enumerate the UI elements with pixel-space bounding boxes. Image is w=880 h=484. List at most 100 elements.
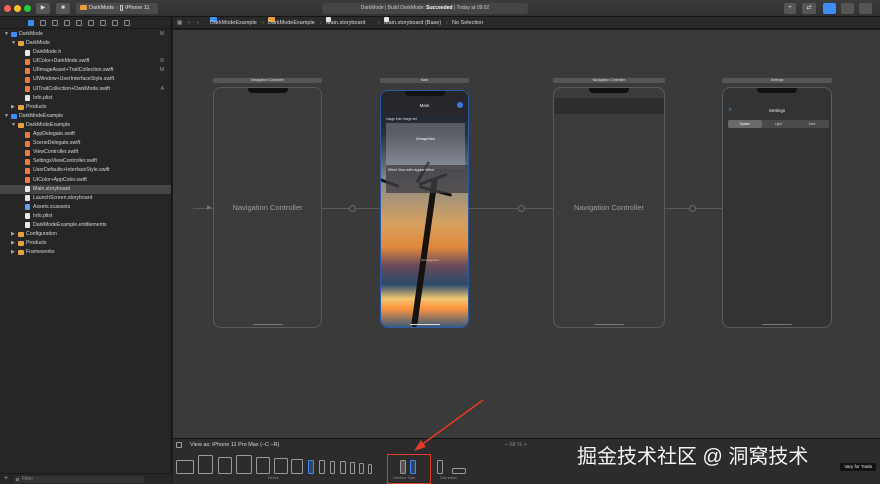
main-view-controller-scene[interactable]: Main Image from image set UIImageView Ef… [380,90,469,328]
storyboard-canvas[interactable]: Navigation Controller Main Navigation Co… [173,30,880,438]
navigator-toggle-button[interactable] [823,3,836,14]
file-tree-row[interactable]: SettingsViewController.swift [0,157,171,166]
related-items-icon[interactable]: ▦ [177,17,182,29]
image-view-label[interactable]: Image from image set [386,117,417,121]
file-tree-row[interactable]: UITraitCollection+DarkMode.swift A [0,85,171,94]
back-icon[interactable]: ‹ [188,17,190,29]
file-tree-row[interactable]: AppDelegate.swift [0,130,171,139]
inspector-toggle-button[interactable] [859,3,872,14]
disclosure-expanded-icon[interactable]: ▼ [11,121,16,130]
issue-navigator-tab-icon[interactable] [76,20,82,26]
navigation-controller-scene-2[interactable]: Navigation Controller [553,87,665,328]
device-ipad-air-icon[interactable] [236,455,252,474]
visual-effect-view[interactable]: Effect View with regular effect [386,165,468,193]
minimize-window-button[interactable] [14,5,21,12]
project-navigator-tab-icon[interactable] [28,20,34,26]
disclosure-expanded-icon[interactable]: ▼ [4,30,9,39]
scene-title-nav-1[interactable]: Navigation Controller [213,78,322,83]
file-tree-row[interactable]: UIWindow+UserInterfaceStyle.swift [0,75,171,84]
segment-system[interactable]: System [728,120,762,128]
file-tree-row[interactable]: ▶ Products [0,239,171,248]
breakpoint-navigator-tab-icon[interactable] [112,20,118,26]
zoom-window-button[interactable] [24,5,31,12]
image-view[interactable]: UIImageView [386,123,465,169]
device-ipad-mini-icon[interactable] [256,457,270,474]
segment-light[interactable]: Light [762,120,796,128]
device-ipad-9-icon[interactable] [274,458,288,474]
file-tree-row[interactable]: UserDefaults+InterfaceStyle.swift [0,166,171,175]
segue-line-2[interactable] [469,208,553,209]
disclosure-collapsed-icon[interactable]: ▶ [11,103,15,112]
bottom-image-view-label[interactable]: UIImageView [421,258,439,262]
file-tree-row[interactable]: UIColor+DarkMode.swift R [0,57,171,66]
file-tree-row[interactable]: ▼ DarkMode [0,39,171,48]
settings-bar-button-icon[interactable] [457,102,463,108]
scene-title-main[interactable]: Main [380,78,469,83]
file-tree-row[interactable]: ▼ DarkMode M [0,30,171,39]
navigation-controller-scene-1[interactable]: Navigation Controller [213,87,322,328]
source-control-tab-icon[interactable] [40,20,46,26]
device-ipad-pro-12-icon[interactable] [176,460,194,474]
segue-present-icon[interactable] [518,205,525,212]
disclosure-expanded-icon[interactable]: ▼ [11,39,16,48]
filter-input[interactable]: Filter [14,476,144,483]
disclosure-collapsed-icon[interactable]: ▶ [11,239,15,248]
debug-navigator-tab-icon[interactable] [100,20,106,26]
file-tree-row[interactable]: ▶ Configuration [0,230,171,239]
test-navigator-tab-icon[interactable] [88,20,94,26]
device-notch [589,88,629,93]
file-tree-row[interactable]: UIImageAsset+TraitCollection.swift M [0,66,171,75]
orientation-portrait-icon[interactable] [437,460,443,474]
file-tree-row[interactable]: ▶ Frameworks [0,248,171,257]
file-tree-row[interactable]: DarkMode.h [0,48,171,57]
file-tree-row[interactable]: ▶ Products [0,103,171,112]
scheme-selector[interactable]: DarkMode › iPhone 11 [76,3,158,14]
device-iphone-11-pro-max-icon[interactable] [308,460,314,474]
report-navigator-tab-icon[interactable] [124,20,130,26]
orientation-landscape-icon[interactable] [452,468,466,474]
find-navigator-tab-icon[interactable] [64,20,70,26]
add-file-icon[interactable]: + [4,475,8,482]
device-ipad-compact-icon[interactable] [291,459,303,474]
file-tree-row[interactable]: DarkModeExample.entitlements [0,221,171,230]
run-button[interactable]: ▶ [36,3,50,14]
file-tree-row[interactable]: Info.plist [0,94,171,103]
file-tree-row[interactable]: Main.storyboard [0,184,171,194]
device-ipad-icon[interactable] [218,457,232,474]
device-iphone-4s-icon[interactable] [368,464,372,474]
interface-style-segmented-control[interactable]: System Light Dark [728,120,829,128]
disclosure-expanded-icon[interactable]: ▼ [4,112,9,121]
file-tree-row[interactable]: Info.plist [0,212,171,221]
file-tree-row[interactable]: Assets.xcassets [0,203,171,212]
scene-title-nav-2[interactable]: Navigation Controller [553,78,665,83]
library-button[interactable]: + [784,3,796,14]
device-iphone-se-icon[interactable] [359,463,364,474]
close-window-button[interactable] [4,5,11,12]
device-iphone-11-pro-icon[interactable] [330,461,335,474]
segment-dark[interactable]: Dark [795,120,829,128]
document-outline-toggle-icon[interactable] [176,442,182,448]
file-tree-row[interactable]: SceneDelegate.swift [0,139,171,148]
file-tree-row[interactable]: LaunchScreen.storyboard [0,194,171,203]
code-review-button[interactable]: ⇄ [802,3,816,14]
symbol-navigator-tab-icon[interactable] [52,20,58,26]
file-tree-row[interactable]: ▼ DarkModeExample [0,112,171,121]
breadcrumb-selection[interactable]: No Selection [452,17,483,29]
file-tree-row[interactable]: ViewController.swift [0,148,171,157]
debug-area-toggle-button[interactable] [841,3,854,14]
device-iphone-8-plus-icon[interactable] [340,461,346,474]
forward-icon[interactable]: › [197,17,199,29]
settings-view-controller-scene[interactable]: ✕ Settings System Light Dark [722,87,832,328]
vary-for-traits-button[interactable]: Vary for Traits [840,463,876,471]
device-ipad-pro-11-icon[interactable] [198,455,213,474]
stop-button[interactable]: ■ [56,3,70,14]
file-tree-row[interactable]: ▼ DarkModeExample [0,121,171,130]
file-tree-row[interactable]: UIColor+AppColor.swift [0,176,171,185]
segue-relationship-icon[interactable] [689,205,696,212]
disclosure-collapsed-icon[interactable]: ▶ [11,230,15,239]
segue-relationship-icon[interactable] [349,205,356,212]
device-iphone-8-icon[interactable] [350,462,355,474]
disclosure-collapsed-icon[interactable]: ▶ [11,248,15,257]
scene-title-settings[interactable]: Settings [722,78,832,83]
device-iphone-11-icon[interactable] [319,460,325,474]
